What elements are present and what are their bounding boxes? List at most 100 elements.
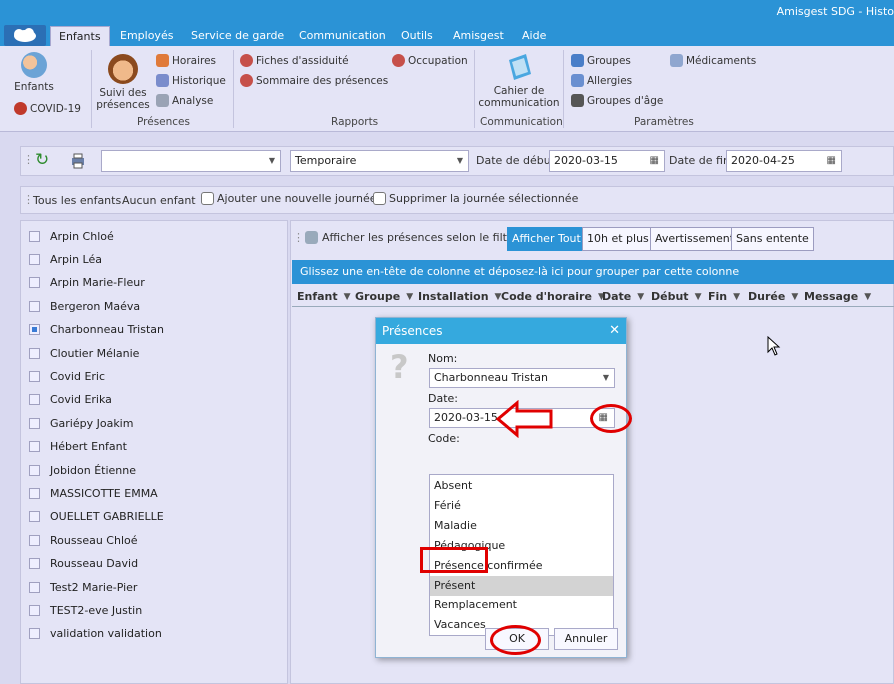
child-checkbox[interactable] bbox=[29, 604, 40, 616]
column-header[interactable]: Durée ▼ bbox=[748, 290, 798, 303]
tab-employes[interactable]: Employés bbox=[112, 26, 181, 46]
list-item[interactable]: Covid Erika bbox=[29, 390, 112, 410]
date-fin-field[interactable]: 2020-04-25 ▦ bbox=[726, 150, 842, 172]
list-item[interactable]: Rousseau Chloé bbox=[29, 530, 138, 550]
group-by-bar[interactable]: Glissez une en-tête de colonne et dépose… bbox=[292, 260, 894, 284]
child-checkbox[interactable] bbox=[29, 347, 40, 359]
child-checkbox[interactable] bbox=[29, 628, 40, 640]
child-checkbox[interactable] bbox=[29, 487, 40, 499]
enfants-button[interactable]: Enfants bbox=[6, 52, 62, 93]
analyse-button[interactable]: Analyse bbox=[156, 94, 213, 107]
list-item[interactable]: Arpin Marie-Fleur bbox=[29, 273, 145, 293]
horaires-button[interactable]: Horaires bbox=[156, 54, 216, 67]
allergies-button[interactable]: Allergies bbox=[571, 74, 632, 87]
annuler-button[interactable]: Annuler bbox=[554, 628, 618, 650]
tab-amisgest[interactable]: Amisgest bbox=[445, 26, 512, 46]
medicaments-button[interactable]: Médicaments bbox=[670, 54, 756, 67]
calendar-icon[interactable]: ▦ bbox=[650, 151, 659, 171]
child-checkbox[interactable] bbox=[29, 417, 40, 429]
close-icon[interactable]: ✕ bbox=[609, 318, 620, 344]
sommaire-presences-button[interactable]: Sommaire des présences bbox=[240, 74, 388, 87]
list-item[interactable]: Arpin Chloé bbox=[29, 226, 114, 246]
print-icon[interactable] bbox=[69, 152, 87, 173]
list-item[interactable]: Hébert Enfant bbox=[29, 437, 127, 457]
column-header[interactable]: Code d'horaire ▼ bbox=[501, 290, 605, 303]
nom-select[interactable]: Charbonneau Tristan ▼ bbox=[429, 368, 615, 388]
filter-funnel-icon[interactable]: ▼ bbox=[864, 292, 871, 302]
filter-funnel-icon[interactable]: ▼ bbox=[406, 292, 413, 302]
filter-funnel-icon[interactable]: ▼ bbox=[791, 292, 798, 302]
app-menu-button[interactable] bbox=[4, 25, 46, 46]
column-header[interactable]: Installation ▼ bbox=[418, 290, 501, 303]
child-checkbox[interactable] bbox=[29, 300, 40, 312]
column-header[interactable]: Groupe ▼ bbox=[355, 290, 413, 303]
column-header[interactable]: Enfant ▼ bbox=[297, 290, 351, 303]
list-item[interactable]: Test2 Marie-Pier bbox=[29, 577, 137, 597]
code-item[interactable]: Férié bbox=[430, 496, 613, 516]
child-checkbox[interactable] bbox=[29, 230, 40, 242]
afficher-filtre-button[interactable]: Afficher les présences selon le filtre bbox=[305, 231, 518, 244]
list-item[interactable]: Covid Eric bbox=[29, 366, 105, 386]
covid-button[interactable]: COVID-19 bbox=[14, 102, 81, 115]
ajouter-journee-button[interactable]: Ajouter une nouvelle journée bbox=[201, 192, 377, 205]
list-item[interactable]: TEST2-eve Justin bbox=[29, 600, 142, 620]
code-item[interactable]: Maladie bbox=[430, 516, 613, 536]
groupes-age-button[interactable]: Groupes d'âge bbox=[571, 94, 663, 107]
avertissement-button[interactable]: Avertissement bbox=[650, 227, 740, 251]
column-header[interactable]: Date ▼ bbox=[602, 290, 644, 303]
tab-service-de-garde[interactable]: Service de garde bbox=[183, 26, 292, 46]
filter-funnel-icon[interactable]: ▼ bbox=[695, 292, 702, 302]
tab-outils[interactable]: Outils bbox=[393, 26, 441, 46]
fiches-assiduite-button[interactable]: Fiches d'assiduité bbox=[240, 54, 349, 67]
child-checkbox[interactable] bbox=[29, 253, 40, 265]
list-item[interactable]: MASSICOTTE EMMA bbox=[29, 483, 158, 503]
tab-aide[interactable]: Aide bbox=[514, 26, 554, 46]
groupes-button[interactable]: Groupes bbox=[571, 54, 631, 67]
child-checkbox[interactable] bbox=[29, 370, 40, 382]
list-item[interactable]: OUELLET GABRIELLE bbox=[29, 507, 164, 527]
child-checkbox[interactable] bbox=[29, 581, 40, 593]
list-item[interactable]: Charbonneau Tristan bbox=[29, 320, 164, 340]
aucun-enfant-button[interactable]: Aucun enfant bbox=[122, 194, 196, 207]
child-checkbox[interactable] bbox=[29, 464, 40, 476]
historique-button[interactable]: Historique bbox=[156, 74, 226, 87]
list-item[interactable]: validation validation bbox=[29, 624, 162, 644]
dix-heures-button[interactable]: 10h et plus bbox=[582, 227, 654, 251]
tous-enfants-button[interactable]: Tous les enfants bbox=[33, 194, 121, 207]
afficher-tout-button[interactable]: Afficher Tout bbox=[507, 227, 586, 251]
list-item[interactable]: Gariépy Joakim bbox=[29, 413, 133, 433]
code-item[interactable]: Remplacement bbox=[430, 595, 613, 615]
column-header[interactable]: Fin ▼ bbox=[708, 290, 740, 303]
tab-enfants[interactable]: Enfants bbox=[50, 26, 110, 46]
list-item[interactable]: Cloutier Mélanie bbox=[29, 343, 139, 363]
child-checkbox[interactable] bbox=[29, 394, 40, 406]
tab-communication[interactable]: Communication bbox=[291, 26, 394, 46]
list-item[interactable]: Bergeron Maéva bbox=[29, 296, 140, 316]
sans-entente-button[interactable]: Sans entente bbox=[731, 227, 814, 251]
filter-funnel-icon[interactable]: ▼ bbox=[344, 292, 351, 302]
calendar-icon[interactable]: ▦ bbox=[827, 151, 836, 171]
refresh-icon[interactable]: ↻ bbox=[35, 150, 49, 170]
child-checkbox[interactable] bbox=[29, 511, 40, 523]
filter-funnel-icon[interactable]: ▼ bbox=[637, 292, 644, 302]
list-item[interactable]: Rousseau David bbox=[29, 554, 138, 574]
code-item[interactable]: Présent bbox=[430, 575, 613, 596]
child-checkbox[interactable] bbox=[29, 277, 40, 289]
code-item[interactable]: Absent bbox=[430, 476, 613, 496]
type-select[interactable]: Temporaire ▼ bbox=[290, 150, 469, 172]
column-header[interactable]: Début ▼ bbox=[651, 290, 701, 303]
column-header[interactable]: Message ▼ bbox=[804, 290, 871, 303]
filter-funnel-icon[interactable]: ▼ bbox=[733, 292, 740, 302]
selection-dropdown[interactable]: ▼ bbox=[101, 150, 281, 172]
list-item[interactable]: Jobidon Étienne bbox=[29, 460, 136, 480]
date-debut-field[interactable]: 2020-03-15 ▦ bbox=[549, 150, 665, 172]
suivi-presences-button[interactable]: Suivi des présences bbox=[95, 54, 151, 111]
occupation-button[interactable]: Occupation bbox=[392, 54, 468, 67]
list-item[interactable]: Arpin Léa bbox=[29, 249, 102, 269]
cahier-communication-button[interactable]: Cahier de communication bbox=[478, 52, 560, 109]
child-checkbox[interactable] bbox=[29, 534, 40, 546]
child-checkbox[interactable] bbox=[29, 441, 40, 453]
child-checkbox[interactable] bbox=[29, 558, 40, 570]
child-checkbox[interactable] bbox=[29, 324, 40, 336]
supprimer-journee-button[interactable]: Supprimer la journée sélectionnée bbox=[373, 192, 578, 205]
